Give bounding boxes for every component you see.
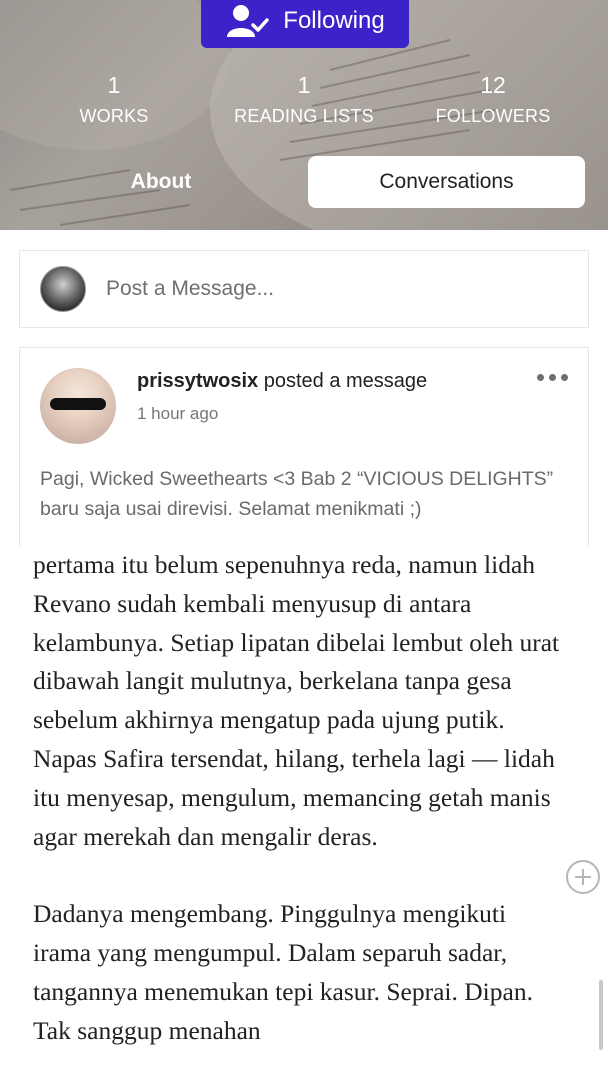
story-text: pertama itu belum sepenuhnya reda, namun… xyxy=(33,546,568,1089)
plus-circle-icon[interactable] xyxy=(566,860,600,894)
message-card: prissytwosix posted a message 1 hour ago… xyxy=(19,347,589,547)
message-text: Pagi, Wicked Sweethearts <3 Bab 2 “VICIO… xyxy=(40,468,554,520)
post-message-input[interactable]: Post a Message... xyxy=(106,277,274,301)
following-button[interactable]: Following xyxy=(201,0,409,48)
scrollbar[interactable] xyxy=(599,980,603,1050)
author-username[interactable]: prissytwosix xyxy=(137,370,258,392)
post-message-composer[interactable]: Post a Message... xyxy=(19,250,589,328)
avatar xyxy=(40,266,86,312)
more-dot xyxy=(561,374,568,381)
story-paragraph: pertama itu belum sepenuhnya reda, namun… xyxy=(33,550,560,851)
stat-reading-lists-label: READING LISTS xyxy=(234,106,374,126)
stat-followers[interactable]: 12 FOLLOWERS xyxy=(403,72,583,128)
profile-header: Following 1 WORKS 1 READING LISTS 12 FOL… xyxy=(0,0,608,230)
author-avatar[interactable] xyxy=(40,368,116,444)
message-timestamp: 1 hour ago xyxy=(137,404,219,423)
tab-conversations[interactable]: Conversations xyxy=(308,156,585,208)
tab-about[interactable]: About xyxy=(22,156,300,208)
more-dot xyxy=(537,374,544,381)
message-header: prissytwosix posted a message xyxy=(137,370,427,393)
user-check-icon xyxy=(227,5,270,37)
message-action: posted a message xyxy=(258,370,428,392)
more-horizontal-icon[interactable] xyxy=(537,374,568,381)
stat-works-value: 1 xyxy=(107,72,121,98)
story-paragraph: Dadanya mengembang. Pinggulnya mengikuti… xyxy=(33,899,533,1045)
more-dot xyxy=(549,374,556,381)
stat-reading-lists[interactable]: 1 READING LISTS xyxy=(214,72,394,128)
stat-works[interactable]: 1 WORKS xyxy=(24,72,204,128)
avatar-sunglasses xyxy=(50,398,106,410)
stat-followers-value: 12 xyxy=(480,72,506,98)
stat-works-label: WORKS xyxy=(79,106,149,126)
stat-followers-label: FOLLOWERS xyxy=(435,106,551,126)
following-label: Following xyxy=(283,7,385,34)
stat-reading-lists-value: 1 xyxy=(297,72,311,98)
